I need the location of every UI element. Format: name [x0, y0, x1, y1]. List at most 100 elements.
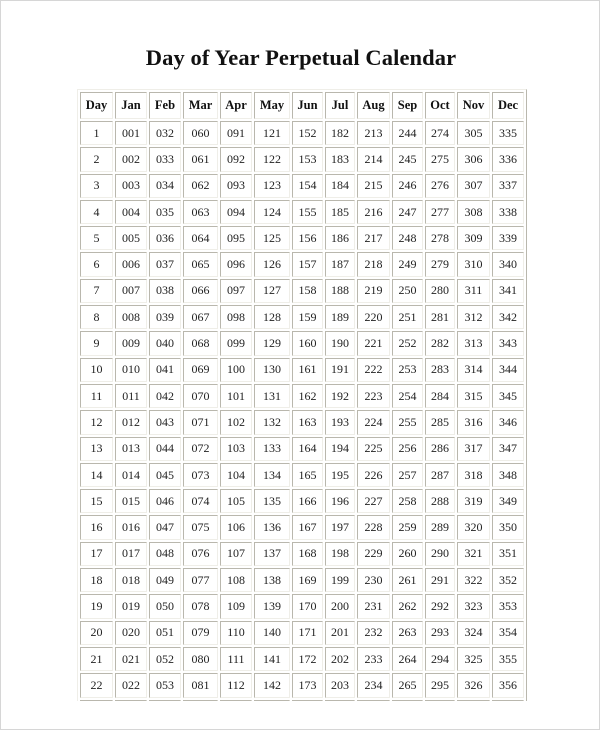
column-header-aug: Aug	[357, 92, 390, 119]
day-of-year-cell: 042	[149, 383, 181, 409]
table-row: 6 006 037 065 096 126 157 187 218 249 279 310 340	[80, 252, 524, 277]
table-row: 5 005 036 064 095 125 156 186 217 248 278 309 339	[80, 226, 524, 251]
day-of-year-cell: 233	[357, 646, 390, 672]
day-of-year-cell: 308	[457, 199, 490, 225]
day-of-year-cell: 156	[292, 226, 323, 251]
table-row: 14 014 045 073 104 134 165 195 226 257 287 318 348	[80, 462, 524, 488]
day-of-year-cell: 191	[325, 357, 355, 382]
day-of-year-cell: 326	[457, 673, 490, 698]
day-of-year-cell: 004	[115, 199, 147, 225]
day-of-year-cell: 186	[325, 226, 355, 251]
day-of-year-cell: 080	[183, 646, 218, 672]
day-of-year-cell: 228	[357, 515, 390, 540]
day-of-year-cell: 316	[457, 410, 490, 435]
day-of-year-cell: 168	[292, 541, 323, 567]
column-header-mar: Mar	[183, 92, 218, 119]
table-row: 10 010 041 069 100 130 161 191 222 253 283 314 344	[80, 357, 524, 382]
day-of-year-cell: 121	[254, 121, 290, 146]
day-of-year-cell	[292, 699, 323, 701]
day-of-year-cell: 131	[254, 383, 290, 409]
day-of-year-cell: 313	[457, 331, 490, 356]
day-of-year-cell: 195	[325, 462, 355, 488]
day-of-year-cell: 110	[220, 620, 252, 645]
day-number-cell: 5	[80, 226, 113, 251]
day-of-year-cell: 096	[220, 252, 252, 277]
day-of-year-cell: 167	[292, 515, 323, 540]
day-of-year-cell: 257	[392, 462, 423, 488]
day-of-year-cell: 155	[292, 199, 323, 225]
column-header-dec: Dec	[492, 92, 524, 119]
page-title: Day of Year Perpetual Calendar	[145, 45, 457, 70]
day-of-year-cell: 250	[392, 278, 423, 304]
day-of-year-cell: 193	[325, 410, 355, 435]
day-of-year-cell: 200	[325, 594, 355, 619]
day-of-year-cell: 166	[292, 489, 323, 514]
day-of-year-cell: 106	[220, 515, 252, 540]
day-of-year-cell: 234	[357, 673, 390, 698]
day-of-year-cell: 356	[492, 673, 524, 698]
table-body: 1 001 032 060 091 121 152 182 213 244 274 305 335 2 00…	[80, 121, 524, 701]
day-number-cell: 3	[80, 173, 113, 198]
day-of-year-cell: 102	[220, 410, 252, 435]
day-of-year-cell: 319	[457, 489, 490, 514]
column-header-apr: Apr	[220, 92, 252, 119]
day-of-year-cell	[357, 699, 390, 701]
day-number-cell: 15	[80, 489, 113, 514]
day-of-year-cell: 094	[220, 199, 252, 225]
day-of-year-cell: 225	[357, 436, 390, 461]
day-of-year-cell: 214	[357, 147, 390, 172]
day-of-year-cell: 127	[254, 278, 290, 304]
day-of-year-cell: 315	[457, 383, 490, 409]
day-of-year-cell: 279	[425, 252, 455, 277]
day-of-year-cell: 136	[254, 515, 290, 540]
day-of-year-cell: 277	[425, 199, 455, 225]
day-of-year-cell: 091	[220, 121, 252, 146]
day-of-year-cell: 003	[115, 173, 147, 198]
day-of-year-cell: 190	[325, 331, 355, 356]
day-of-year-cell	[183, 699, 218, 701]
day-of-year-cell: 314	[457, 357, 490, 382]
day-of-year-cell: 081	[183, 673, 218, 698]
day-of-year-cell: 161	[292, 357, 323, 382]
day-of-year-cell: 324	[457, 620, 490, 645]
day-of-year-cell: 017	[115, 541, 147, 567]
day-of-year-cell: 229	[357, 541, 390, 567]
day-of-year-cell: 013	[115, 436, 147, 461]
day-of-year-cell: 125	[254, 226, 290, 251]
day-of-year-cell: 039	[149, 305, 181, 330]
day-of-year-cell: 132	[254, 410, 290, 435]
day-of-year-cell: 353	[492, 594, 524, 619]
day-of-year-cell: 254	[392, 383, 423, 409]
day-of-year-cell: 153	[292, 147, 323, 172]
day-of-year-cell: 069	[183, 357, 218, 382]
day-of-year-cell: 172	[292, 646, 323, 672]
day-of-year-cell: 053	[149, 673, 181, 698]
day-of-year-cell: 336	[492, 147, 524, 172]
day-of-year-cell	[492, 699, 524, 701]
table-row: 9 009 040 068 099 129 160 190 221 252 282 313 343	[80, 331, 524, 356]
day-of-year-cell: 099	[220, 331, 252, 356]
day-of-year-cell: 321	[457, 541, 490, 567]
day-of-year-cell: 280	[425, 278, 455, 304]
day-of-year-cell: 217	[357, 226, 390, 251]
day-of-year-cell: 074	[183, 489, 218, 514]
day-of-year-cell: 010	[115, 357, 147, 382]
table-row: 11 011 042 070 101 131 162 192 223 254 284 315 345	[80, 383, 524, 409]
day-of-year-cell: 182	[325, 121, 355, 146]
day-of-year-cell: 194	[325, 436, 355, 461]
column-header-jul: Jul	[325, 92, 355, 119]
day-of-year-cell: 199	[325, 568, 355, 593]
day-of-year-cell: 160	[292, 331, 323, 356]
day-of-year-cell: 158	[292, 278, 323, 304]
day-number-cell: 17	[80, 541, 113, 567]
day-of-year-cell: 135	[254, 489, 290, 514]
day-of-year-cell: 008	[115, 305, 147, 330]
day-number-cell: 21	[80, 646, 113, 672]
day-of-year-cell: 294	[425, 646, 455, 672]
column-header-may: May	[254, 92, 290, 119]
day-of-year-cell: 122	[254, 147, 290, 172]
day-of-year-cell: 034	[149, 173, 181, 198]
day-of-year-cell: 288	[425, 489, 455, 514]
day-of-year-cell: 221	[357, 331, 390, 356]
document-page: Day of Year Perpetual Calendar Day Jan Feb…	[0, 0, 600, 730]
